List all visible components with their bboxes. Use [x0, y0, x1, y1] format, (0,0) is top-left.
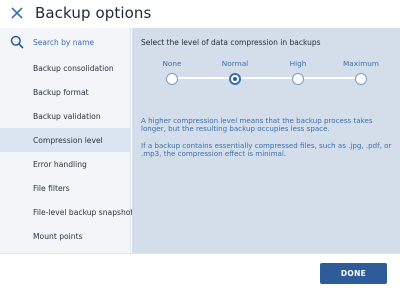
panel-heading: Select the level of data compression in …	[141, 38, 321, 47]
header: Backup options	[0, 0, 400, 28]
level-label-normal: Normal	[221, 59, 249, 68]
sidebar-item-label: File filters	[33, 184, 70, 193]
level-knob-high[interactable]	[292, 73, 304, 85]
sidebar-item-mount-points[interactable]: Mount points	[0, 224, 131, 248]
level-label-none: None	[162, 59, 182, 68]
level-knob-normal[interactable]	[229, 73, 241, 85]
close-icon[interactable]	[9, 5, 25, 21]
sidebar-item-label: Backup consolidation	[33, 64, 114, 73]
sidebar-item-backup-format[interactable]: Backup format	[0, 80, 131, 104]
sidebar-item-backup-consolidation[interactable]: Backup consolidation	[0, 56, 131, 80]
sidebar-item-label: Compression level	[33, 136, 103, 145]
slider-track[interactable]	[172, 77, 362, 79]
level-label-high: High	[289, 59, 307, 68]
level-label-maximum: Maximum	[343, 59, 379, 68]
search-input[interactable]: Search by name	[33, 38, 94, 47]
level-knob-maximum[interactable]	[355, 73, 367, 85]
sidebar-item-backup-validation[interactable]: Backup validation	[0, 104, 131, 128]
sidebar-item-label: Backup format	[33, 88, 89, 97]
search-row[interactable]: Search by name	[0, 28, 131, 56]
footer: DONE	[0, 253, 400, 290]
compression-panel: Select the level of data compression in …	[132, 28, 400, 253]
sidebar-item-label: Mount points	[33, 232, 83, 241]
done-button[interactable]: DONE	[320, 263, 387, 284]
sidebar-item-compression-level[interactable]: Compression level	[0, 128, 131, 152]
compression-info-text: A higher compression level means that th…	[141, 116, 373, 134]
sidebar-item-label: Backup validation	[33, 112, 101, 121]
sidebar-item-error-handling[interactable]: Error handling	[0, 152, 131, 176]
sidebar-item-file-filters[interactable]: File filters	[0, 176, 131, 200]
sidebar: Search by name Backup consolidation Back…	[0, 28, 134, 253]
level-knob-none[interactable]	[166, 73, 178, 85]
page-title: Backup options	[35, 4, 152, 22]
sidebar-item-file-level-backup-snapshot[interactable]: File-level backup snapshot	[0, 200, 134, 224]
compression-note-text: If a backup contains essentially compres…	[141, 141, 392, 159]
search-icon[interactable]	[10, 35, 24, 49]
sidebar-item-label: Error handling	[33, 160, 87, 169]
sidebar-item-label: File-level backup snapshot	[33, 208, 134, 217]
